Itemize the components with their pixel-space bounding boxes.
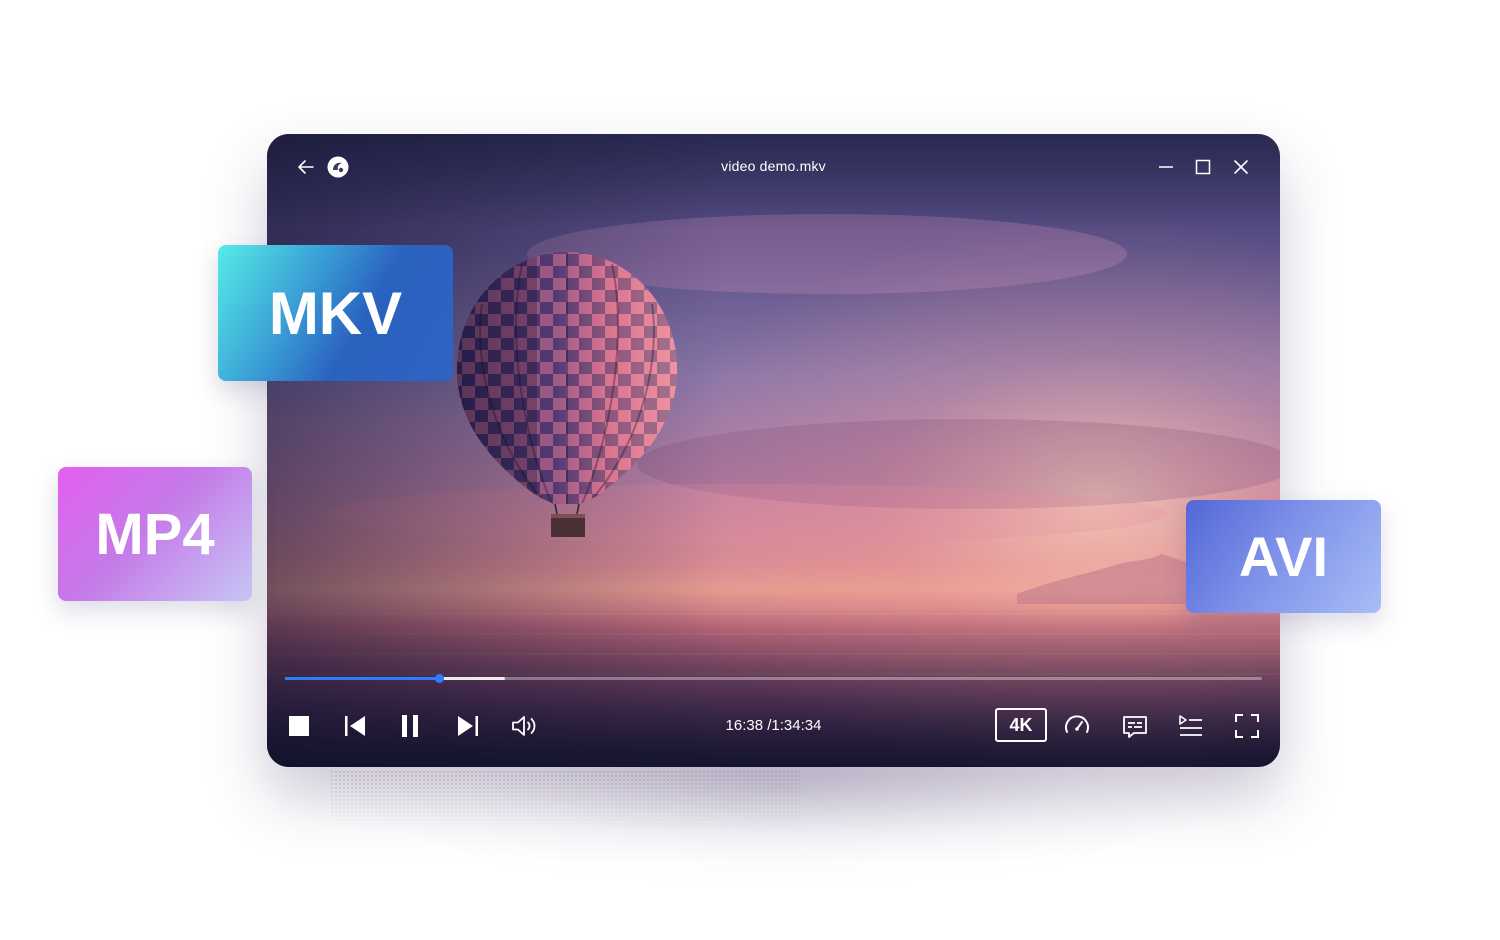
quality-label: 4K (1009, 714, 1033, 735)
format-tag-mp4: MP4 (58, 467, 252, 601)
played-bar (285, 677, 440, 680)
seek-bar[interactable] (285, 674, 1262, 683)
speedometer-icon[interactable] (1063, 712, 1091, 740)
minimize-icon[interactable] (1155, 156, 1177, 178)
maximize-icon[interactable] (1192, 156, 1214, 178)
dotted-reflection (330, 770, 800, 830)
format-tag-avi: AVI (1186, 500, 1381, 613)
format-tag-mkv-label: MKV (268, 279, 403, 347)
title-bar: video demo.mkv (267, 134, 1280, 200)
close-icon[interactable] (1230, 156, 1252, 178)
subtitles-icon[interactable] (1121, 713, 1149, 741)
format-tag-mp4-label: MP4 (95, 501, 215, 567)
window-title: video demo.mkv (721, 158, 826, 174)
video-frame[interactable] (267, 134, 1280, 767)
current-time: 16:38 (725, 717, 764, 734)
format-tag-avi-label: AVI (1238, 525, 1329, 588)
total-time: /1:34:34 (767, 717, 822, 734)
fullscreen-icon[interactable] (1233, 712, 1261, 740)
quality-badge[interactable]: 4K (995, 708, 1047, 742)
format-tag-mkv: MKV (218, 245, 453, 381)
playlist-icon[interactable] (1177, 713, 1205, 739)
video-player-window: video demo.mkv 16:38 /1:34:34 4K (267, 134, 1280, 767)
